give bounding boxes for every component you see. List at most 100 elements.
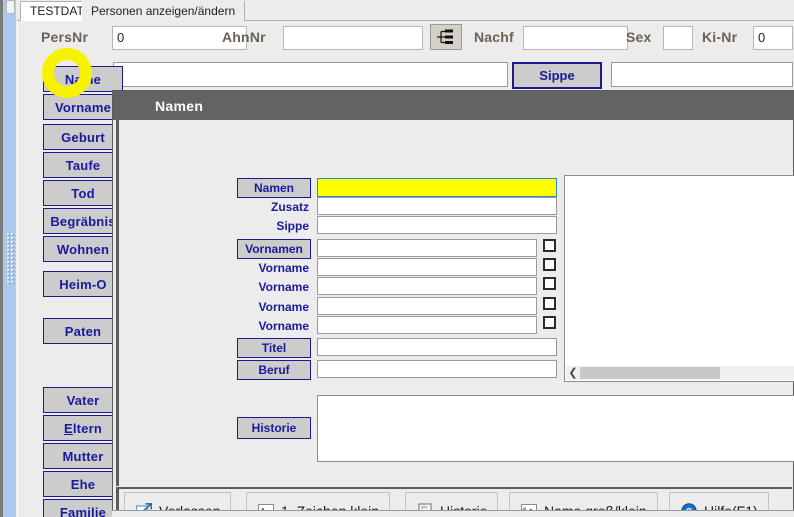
beruf-row-button-label: Beruf bbox=[258, 363, 290, 377]
sidebar-item-vater-label: Vater bbox=[66, 392, 100, 408]
sidebar-item-eltern[interactable]: Eltern bbox=[43, 415, 123, 441]
sidebar-item-eltern-label: Eltern bbox=[63, 420, 103, 436]
tab-personen-anzeigen-aendern[interactable]: Personen anzeigen/ändern bbox=[82, 1, 246, 21]
zusatz-input[interactable] bbox=[317, 197, 557, 215]
persnr-label: PersNr bbox=[41, 29, 89, 45]
sex-label: Sex bbox=[626, 29, 652, 45]
tree-diagram-icon bbox=[437, 29, 453, 44]
scroll-track[interactable] bbox=[720, 367, 794, 379]
sippe-row-input[interactable] bbox=[317, 216, 557, 234]
sidebar-item-familie-label: Familie bbox=[60, 505, 106, 517]
vorname-1-checkbox[interactable] bbox=[543, 258, 556, 271]
tab-strip: TESTDAT Personen anzeigen/ändern bbox=[17, 0, 794, 21]
scroll-left-arrow[interactable]: ❮ bbox=[566, 366, 580, 380]
sippe-row-label: Sippe bbox=[237, 217, 311, 235]
nachf-input[interactable] bbox=[523, 26, 628, 50]
sidebar-item-paten-label: Paten bbox=[64, 323, 102, 339]
namen-dialog-title-text: Namen bbox=[155, 97, 204, 114]
vorname-2-input[interactable] bbox=[317, 277, 537, 295]
vornamen-input[interactable] bbox=[317, 239, 537, 257]
sidebar-item-mutter[interactable]: Mutter bbox=[43, 443, 123, 469]
vorname-3-label: Vorname bbox=[237, 298, 311, 316]
kinr-label: Ki-Nr bbox=[702, 29, 738, 45]
beruf-input[interactable] bbox=[317, 360, 557, 378]
ahnnr-input[interactable] bbox=[283, 26, 423, 50]
sex-input[interactable] bbox=[663, 26, 693, 50]
namen-dialog-title-bar: Namen bbox=[113, 91, 794, 120]
zusatz-label-text: Zusatz bbox=[270, 200, 309, 214]
vorname-2-label-text: Vorname bbox=[258, 280, 309, 294]
vornamen-checkbox[interactable] bbox=[543, 239, 556, 252]
sidebar-item-wohnen[interactable]: Wohnen bbox=[43, 236, 123, 262]
sidebar-item-ehe[interactable]: Ehe bbox=[43, 471, 123, 497]
application-window: TESTDAT Personen anzeigen/ändern PersNr … bbox=[0, 0, 794, 517]
vorname-4-checkbox[interactable] bbox=[543, 316, 556, 329]
sidebar-item-familie[interactable]: Familie bbox=[43, 499, 123, 517]
namen-input[interactable] bbox=[317, 178, 557, 197]
ahnnr-label: AhnNr bbox=[222, 29, 266, 45]
namen-dialog-content: Namen Zusatz Sippe Vornamen Vorname Vorn… bbox=[119, 120, 794, 486]
vorname-1-label: Vorname bbox=[237, 259, 311, 277]
nachf-label: Nachf bbox=[474, 29, 514, 45]
sippe-button[interactable]: Sippe bbox=[512, 62, 602, 89]
namen-row-button[interactable]: Namen bbox=[237, 178, 311, 198]
namen-dialog: Namen Namen Zusatz Sippe Vornamen Vornam… bbox=[112, 90, 794, 517]
vorname-2-label: Vorname bbox=[237, 278, 311, 296]
historie-textarea[interactable] bbox=[317, 395, 794, 462]
vorname-3-input[interactable] bbox=[317, 297, 537, 315]
beruf-row-button[interactable]: Beruf bbox=[237, 360, 311, 380]
vorname-1-label-text: Vorname bbox=[258, 261, 309, 275]
sidebar-item-paten[interactable]: Paten bbox=[43, 318, 123, 344]
sidebar-item-taufe[interactable]: Taufe bbox=[43, 152, 123, 178]
vorname-4-label: Vorname bbox=[237, 317, 311, 335]
splitter-grip[interactable] bbox=[6, 232, 14, 284]
dialog-bottom-strip bbox=[112, 510, 794, 517]
sidebar-item-geburt-label: Geburt bbox=[61, 129, 105, 145]
zusatz-label: Zusatz bbox=[237, 198, 311, 216]
vorname-3-checkbox[interactable] bbox=[543, 297, 556, 310]
sidebar-item-taufe-label: Taufe bbox=[65, 157, 101, 173]
sidebar-item-name[interactable]: Name bbox=[43, 66, 123, 92]
vorname-2-checkbox[interactable] bbox=[543, 277, 556, 290]
sidebar-item-geburt[interactable]: Geburt bbox=[43, 124, 123, 150]
sidebar-item-vater[interactable]: Vater bbox=[43, 387, 123, 413]
vorname-3-label-text: Vorname bbox=[258, 300, 309, 314]
sidebar-item-heim-o[interactable]: Heim-O bbox=[43, 271, 123, 297]
titel-row-button-label: Titel bbox=[261, 341, 287, 355]
sidebar-item-mutter-label: Mutter bbox=[62, 448, 104, 464]
sidebar-item-begraebnis[interactable]: Begräbnis bbox=[43, 208, 123, 234]
eltern-accel: E bbox=[63, 420, 73, 436]
vorname-4-input[interactable] bbox=[317, 316, 537, 334]
titel-input[interactable] bbox=[317, 338, 557, 356]
familie-accel: F bbox=[59, 504, 69, 517]
historie-row-button[interactable]: Historie bbox=[237, 417, 311, 439]
vorname-4-label-text: Vorname bbox=[258, 319, 309, 333]
sidebar-item-vorname[interactable]: Vorname bbox=[43, 94, 123, 120]
sippe-button-label: Sippe bbox=[539, 68, 575, 83]
sippe-row-label-text: Sippe bbox=[276, 219, 309, 233]
sidebar-item-wohnen-label: Wohnen bbox=[56, 241, 110, 257]
namen-dialog-body: Namen Zusatz Sippe Vornamen Vorname Vorn… bbox=[116, 120, 794, 486]
vornamen-row-button-label: Vornamen bbox=[245, 242, 303, 256]
sidebar-item-begraebnis-label: Begräbnis bbox=[50, 213, 116, 229]
vornamen-row-button[interactable]: Vornamen bbox=[237, 239, 311, 259]
tree-diagram-button[interactable] bbox=[430, 24, 462, 50]
sidebar-item-tod[interactable]: Tod bbox=[43, 180, 123, 206]
titel-row-button[interactable]: Titel bbox=[237, 338, 311, 358]
sidebar-item-heim-o-label: Heim-O bbox=[59, 276, 107, 292]
tab-personen-label: Personen anzeigen/ändern bbox=[91, 4, 236, 18]
sidebar-item-vorname-label: Vorname bbox=[54, 99, 112, 115]
header-field-row: PersNr 0 AhnNr Nachf Sex Ki-Nr 0 bbox=[18, 21, 794, 57]
sippe-input[interactable] bbox=[611, 62, 793, 87]
namen-row-button-label: Namen bbox=[253, 181, 294, 195]
vorname-1-input[interactable] bbox=[317, 258, 537, 276]
tab-testdat-label: TESTDAT bbox=[30, 4, 84, 18]
left-splitter[interactable] bbox=[0, 0, 16, 517]
kinr-input[interactable]: 0 bbox=[753, 26, 793, 50]
sidebar-item-name-label: Name bbox=[64, 71, 102, 87]
names-listbox[interactable]: ❮ ❯ bbox=[564, 175, 794, 382]
name-search-input[interactable] bbox=[113, 62, 508, 87]
listbox-horizontal-scrollbar[interactable]: ❮ ❯ bbox=[566, 366, 794, 380]
scroll-thumb[interactable] bbox=[580, 367, 720, 379]
splitter-top-nub bbox=[6, 0, 15, 14]
